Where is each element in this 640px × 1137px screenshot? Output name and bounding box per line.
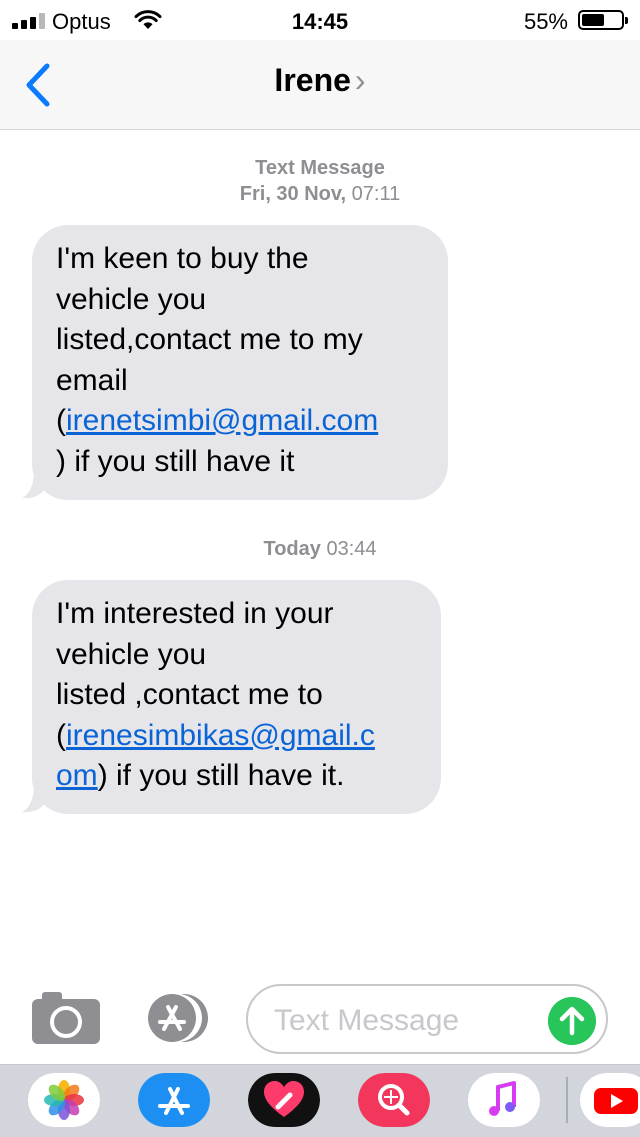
youtube-icon[interactable] (580, 1073, 640, 1127)
message-input[interactable]: Text Message (246, 984, 608, 1054)
message-text: ) if you still have it (56, 444, 295, 478)
contact-name: Irene (274, 62, 351, 98)
message-timestamp: Text Message Fri, 30 Nov, 07:11 (0, 155, 640, 207)
digital-touch-icon[interactable] (248, 1073, 320, 1127)
timestamp-day: Today (263, 538, 321, 560)
navigation-bar: Irene › (0, 40, 640, 130)
message-text: ) if you still have it. (97, 759, 345, 792)
app-store-icon[interactable] (138, 993, 214, 1043)
battery-icon (578, 10, 628, 30)
timestamp-label: Text Message (255, 157, 385, 179)
timestamp-date: Fri, 30 Nov, (239, 183, 347, 205)
app-drawer (0, 1064, 640, 1137)
message-timestamp: Today 03:44 (0, 536, 640, 562)
images-search-icon[interactable] (358, 1073, 430, 1127)
contact-name-button[interactable]: Irene › (0, 62, 640, 99)
input-placeholder: Text Message (274, 1004, 460, 1037)
timestamp-time: 07:11 (351, 183, 401, 205)
send-arrow-icon[interactable] (548, 997, 596, 1045)
chevron-right-icon: › (354, 62, 366, 98)
status-bar: Optus 14:45 55% (0, 0, 640, 40)
app-store-icon[interactable] (138, 1073, 210, 1127)
music-icon[interactable] (468, 1073, 540, 1127)
received-message-bubble: I'm keen to buy the vehicle you listed,c… (32, 225, 448, 500)
email-link[interactable]: irenetsimbi@gmail.com (66, 404, 378, 437)
photos-icon[interactable] (28, 1073, 100, 1127)
battery-percent: 55% (523, 9, 568, 34)
drawer-divider (566, 1077, 568, 1123)
camera-icon[interactable] (32, 992, 100, 1044)
received-message-bubble: I'm interested in your vehicle you liste… (32, 580, 441, 814)
timestamp-time: 03:44 (326, 538, 377, 560)
